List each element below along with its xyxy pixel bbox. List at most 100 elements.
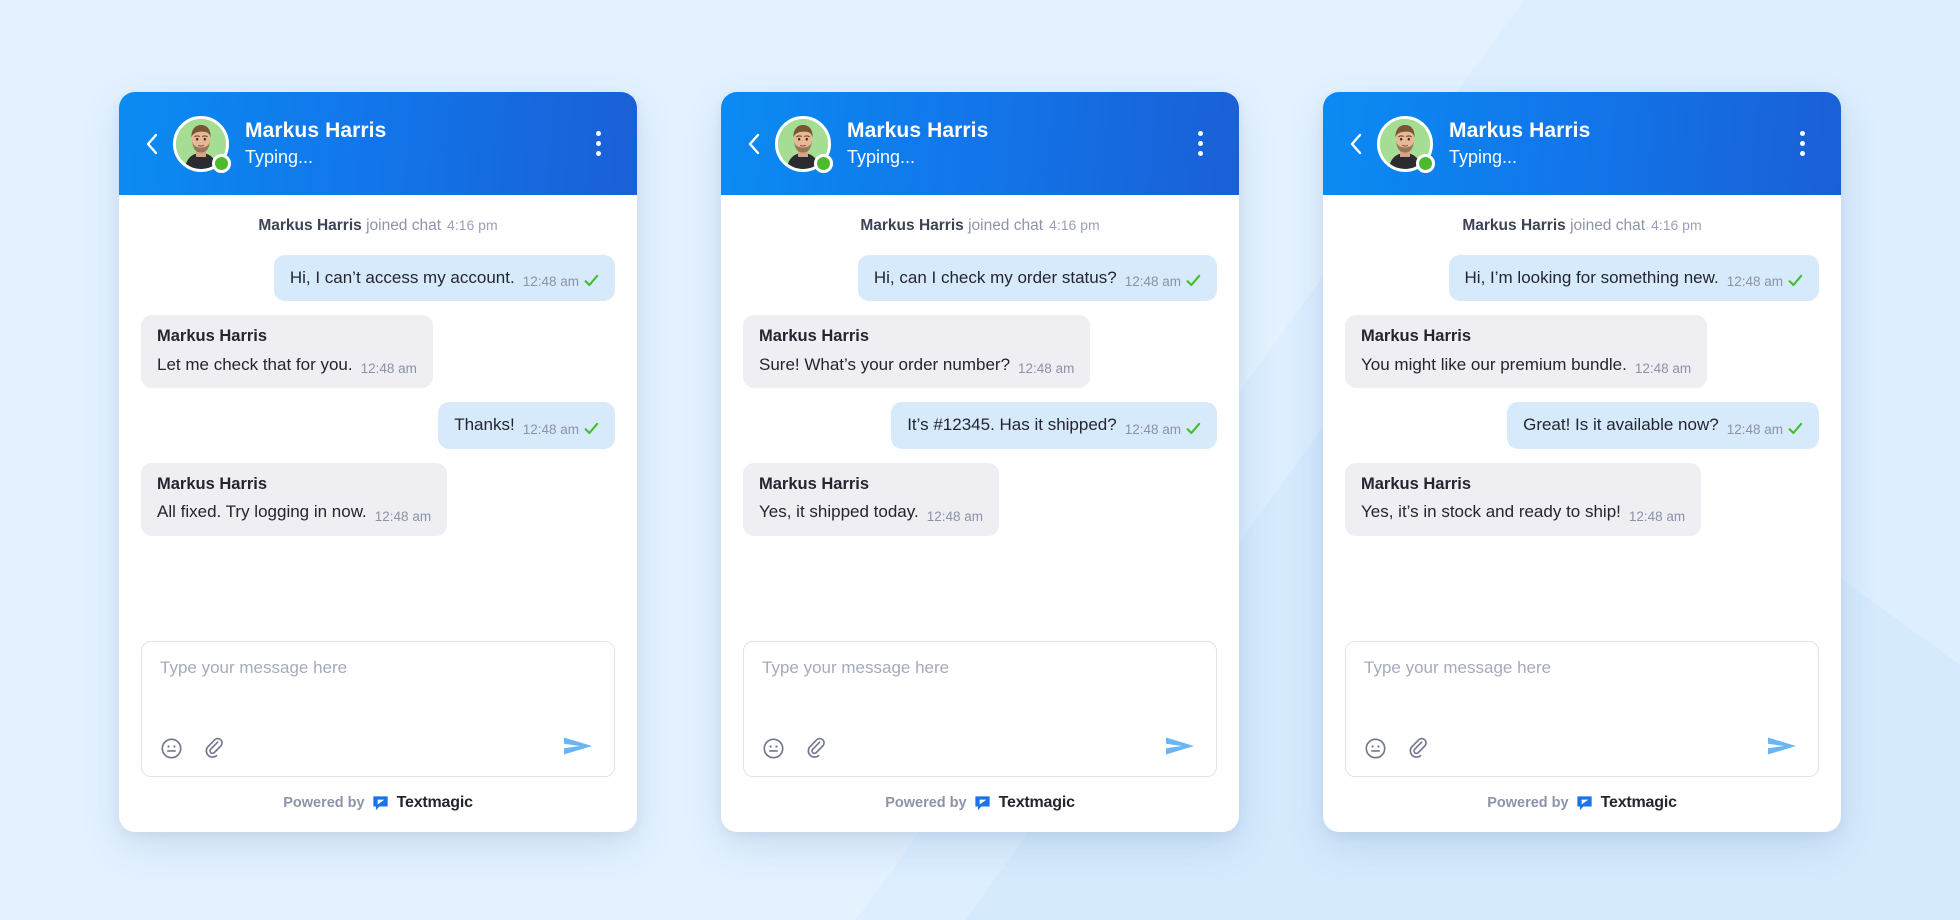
message-row: Markus Harris Yes, it’s in stock and read… [1345,462,1819,536]
message-input[interactable]: Type your message here [160,658,596,678]
message-author: Markus Harris [759,327,870,346]
online-status-dot [814,153,833,173]
message-text: It’s #12345. Has it shipped? [907,415,1117,435]
message-composer[interactable]: Type your message here [141,641,615,777]
message-timestamp: 12:48 am [361,361,417,376]
message-timestamp-value: 12:48 am [1726,421,1783,437]
read-receipt-check-icon [584,274,599,290]
textmagic-logo-icon [974,795,991,812]
send-button[interactable] [1766,733,1800,764]
message-author: Markus Harris [157,474,268,493]
outgoing-message-bubble: It’s #12345. Has it shipped? 12:48 am [891,402,1217,449]
system-event-name: Markus Harris [860,217,964,234]
send-button[interactable] [562,733,596,764]
emoji-smiley-icon[interactable] [1364,737,1387,760]
message-line: Great! Is it available now? 12:48 am [1523,414,1803,437]
back-button[interactable] [739,124,769,164]
incoming-message-bubble: Markus Harris Yes, it’s in stock and read… [1345,462,1702,536]
composer-tools-left [160,737,227,761]
message-input[interactable]: Type your message here [1364,658,1800,678]
kebab-menu-icon[interactable] [583,124,613,164]
system-event-name: Markus Harris [1462,217,1566,234]
paperclip-icon[interactable] [805,737,829,761]
chevron-left-icon [145,132,159,156]
message-timestamp-value: 12:48 am [1726,274,1783,290]
message-row: Markus Harris Let me check that for you. 1… [141,315,615,389]
message-row: Hi, I can’t access my account. 12:48 am [141,255,615,302]
message-text: Hi, I can’t access my account. [289,268,515,287]
message-timestamp-value: 12:48 am [1124,274,1181,290]
message-row: Hi, I’m looking for something new. 12:48 … [1345,255,1819,302]
composer-toolbar [160,733,596,764]
message-timestamp-value: 12:48 am [1018,361,1075,377]
message-author: Markus Harris [1361,327,1472,346]
message-line: Yes, it shipped today. 12:48 am [759,501,983,524]
message-timestamp-value: 12:48 am [522,421,579,437]
chat-widget-gallery: Markus Harris Typing... Markus Harris join… [0,0,1960,920]
paperclip-icon[interactable] [203,737,227,761]
incoming-message-bubble: Markus Harris You might like our premium … [1345,315,1708,389]
message-text: Yes, it shipped today. [759,502,919,522]
chat-widget: Markus Harris Typing... Markus Harris join… [119,92,637,832]
message-line: Hi, I can’t access my account. 12:48 am [289,267,599,289]
message-text: Let me check that for you. [157,355,353,375]
online-status-dot [1416,153,1435,173]
kebab-menu-icon[interactable] [1185,124,1215,164]
powered-by-label: Powered by [1487,795,1569,811]
message-text: Hi, can I check my order status? [873,268,1117,287]
message-timestamp-value: 12:48 am [926,508,984,524]
textmagic-logo-icon [372,795,389,812]
message-thread: Markus Harris joined chat 4:16 pm Hi, I’m … [1323,195,1841,637]
system-event: Markus Harris joined chat 4:16 pm [1345,217,1819,235]
incoming-message-bubble: Markus Harris All fixed. Try logging in n… [141,462,448,536]
send-arrow-icon [562,733,596,764]
send-arrow-icon [1164,733,1198,764]
chat-widget: Markus Harris Typing... Markus Harris join… [1323,92,1841,832]
message-timestamp-value: 12:48 am [1634,361,1692,377]
online-status-dot [212,153,231,173]
emoji-smiley-icon[interactable] [762,737,785,760]
message-row: Markus Harris You might like our premium … [1345,315,1819,389]
system-event-text: joined chat [1570,217,1646,234]
brand-name: Textmagic [998,794,1075,811]
message-line: Let me check that for you. 12:48 am [157,354,417,376]
back-button[interactable] [137,124,167,164]
chat-header: Markus Harris Typing... [119,92,637,195]
message-text: Thanks! [454,415,515,435]
outgoing-message-bubble: Hi, I’m looking for something new. 12:48 … [1448,255,1819,302]
back-button[interactable] [1341,124,1371,164]
kebab-menu-icon[interactable] [1787,124,1817,164]
send-button[interactable] [1164,733,1198,764]
message-text: Hi, I’m looking for something new. [1464,268,1719,287]
paperclip-icon[interactable] [1407,737,1431,761]
contact-status: Typing... [1449,146,1518,167]
system-event-time: 4:16 pm [447,217,498,233]
composer-area: Type your message here [1323,637,1841,777]
message-author: Markus Harris [1361,474,1472,493]
message-timestamp: 12:48 am [927,509,983,524]
contact-status: Typing... [847,146,916,167]
message-line: It’s #12345. Has it shipped? 12:48 am [907,414,1201,437]
read-receipt-check-icon [1186,274,1201,290]
message-author: Markus Harris [759,474,870,493]
message-timestamp: 12:48 am [1727,421,1803,437]
read-receipt-check-icon [1788,422,1803,438]
chat-header: Markus Harris Typing... [721,92,1239,195]
system-event: Markus Harris joined chat 4:16 pm [141,217,615,235]
message-text: You might like our premium bundle. [1361,355,1627,375]
read-receipt-check-icon [1788,274,1803,290]
emoji-smiley-icon[interactable] [160,737,183,760]
message-composer[interactable]: Type your message here [743,641,1217,777]
message-row: It’s #12345. Has it shipped? 12:48 am [743,402,1217,449]
incoming-message-bubble: Markus Harris Yes, it shipped today. 12:48… [743,462,1000,536]
system-event-time: 4:16 pm [1651,217,1702,233]
message-timestamp: 12:48 am [1125,421,1201,437]
textmagic-logo-icon [1576,795,1593,812]
message-composer[interactable]: Type your message here [1345,641,1819,777]
message-timestamp: 12:48 am [523,273,599,289]
message-timestamp-value: 12:48 am [360,361,417,377]
message-input[interactable]: Type your message here [762,658,1198,678]
message-timestamp-value: 12:48 am [1124,421,1181,437]
message-text: Great! Is it available now? [1523,415,1719,435]
message-line: All fixed. Try logging in now. 12:48 am [157,501,431,523]
